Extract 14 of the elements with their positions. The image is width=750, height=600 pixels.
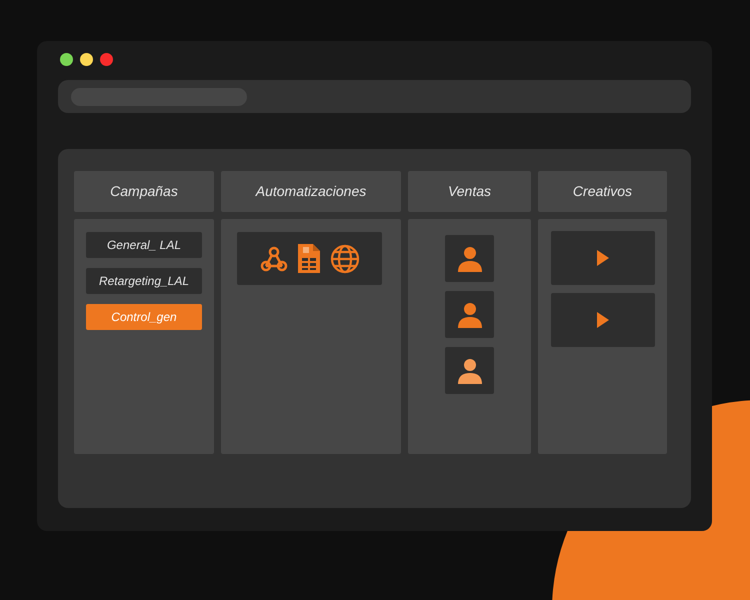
webhook-icon bbox=[260, 244, 288, 272]
globe-icon bbox=[330, 244, 360, 274]
person-icon bbox=[458, 246, 482, 272]
person-icon bbox=[458, 358, 482, 384]
column-header: Ventas bbox=[408, 171, 531, 212]
person-icon bbox=[458, 302, 482, 328]
spreadsheet-file-icon bbox=[298, 244, 320, 273]
campaign-button[interactable]: General_ LAL bbox=[86, 232, 202, 258]
play-icon bbox=[596, 312, 608, 328]
column-header: Campañas bbox=[74, 171, 214, 212]
play-icon bbox=[596, 250, 608, 266]
column-header: Automatizaciones bbox=[221, 171, 401, 212]
campaign-button[interactable]: Retargeting_LAL bbox=[86, 268, 202, 294]
column-header: Creativos bbox=[538, 171, 667, 212]
